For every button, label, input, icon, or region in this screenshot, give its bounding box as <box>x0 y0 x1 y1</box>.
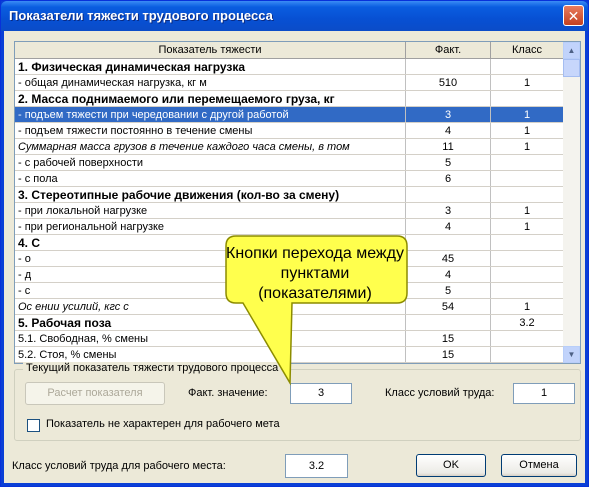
class-cell[interactable] <box>490 282 564 299</box>
fact-cell[interactable] <box>405 234 491 251</box>
indicator-cell[interactable]: 3. Стереотипные рабочие движения (кол-во… <box>15 186 406 203</box>
table-row[interactable]: Суммарная масса грузов в течение каждого… <box>15 138 564 155</box>
condition-class-field[interactable]: 1 <box>513 383 575 404</box>
indicator-cell[interactable]: 5.1. Свободная, % смены <box>15 330 406 347</box>
close-button[interactable]: ✕ <box>563 5 584 26</box>
scroll-up-icon[interactable]: ▲ <box>563 42 580 59</box>
indicator-cell[interactable]: 2. Масса поднимаемого или перемещаемого … <box>15 90 406 107</box>
class-cell[interactable] <box>490 330 564 347</box>
indicator-cell[interactable]: - подъем тяжести постоянно в течение сме… <box>15 122 406 139</box>
fact-cell[interactable] <box>405 58 491 75</box>
fact-cell[interactable] <box>405 314 491 331</box>
title-bar[interactable]: Показатели тяжести трудового процесса ✕ <box>1 1 588 31</box>
scrollbar-thumb[interactable] <box>563 59 580 77</box>
fact-cell[interactable]: 5 <box>405 282 491 299</box>
group-legend: Текущий показатель тяжести трудового про… <box>23 362 282 374</box>
fact-cell[interactable]: 15 <box>405 330 491 347</box>
class-cell[interactable]: 1 <box>490 74 564 91</box>
indicator-cell[interactable]: - с пола <box>15 170 406 187</box>
fact-cell[interactable]: 54 <box>405 298 491 315</box>
column-header-fact[interactable]: Факт. <box>405 42 491 59</box>
calculate-indicator-button[interactable]: Расчет показателя <box>25 382 165 405</box>
fact-cell[interactable]: 4 <box>405 266 491 283</box>
class-cell[interactable] <box>490 250 564 267</box>
table-row[interactable]: - подъем тяжести постоянно в течение сме… <box>15 122 564 139</box>
class-cell[interactable]: 1 <box>490 106 564 123</box>
not-applicable-label: Показатель не характерен для рабочего ме… <box>46 418 280 430</box>
indicator-cell[interactable]: - с рабочей поверхности <box>15 154 406 171</box>
table-row[interactable]: 5. Рабочая поза 3.2 <box>15 314 564 331</box>
scroll-down-icon[interactable]: ▼ <box>563 346 580 363</box>
grid-header-row: Показатель тяжести Факт. Класс <box>15 42 564 59</box>
indicator-cell[interactable]: 1. Физическая динамическая нагрузка <box>15 58 406 75</box>
table-row[interactable]: 3. Стереотипные рабочие движения (кол-во… <box>15 186 564 203</box>
fact-cell[interactable]: 5 <box>405 154 491 171</box>
window-title: Показатели тяжести трудового процесса <box>9 8 273 23</box>
table-row[interactable]: 1. Физическая динамическая нагрузка <box>15 58 564 75</box>
column-header-indicator[interactable]: Показатель тяжести <box>15 42 406 59</box>
cancel-button[interactable]: Отмена <box>501 454 577 477</box>
fact-cell[interactable]: 510 <box>405 74 491 91</box>
current-indicator-group: Текущий показатель тяжести трудового про… <box>14 362 581 441</box>
fact-value-field[interactable]: 3 <box>290 383 352 404</box>
table-row[interactable]: 5.2. Стоя, % смены 15 <box>15 346 564 363</box>
class-cell[interactable]: 1 <box>490 202 564 219</box>
class-cell[interactable] <box>490 154 564 171</box>
table-row[interactable]: - с пола 6 <box>15 170 564 187</box>
not-applicable-checkbox[interactable] <box>27 419 40 432</box>
fact-cell[interactable]: 6 <box>405 170 491 187</box>
indicator-cell[interactable]: - общая динамическая нагрузка, кг м <box>15 74 406 91</box>
workplace-class-field[interactable]: 3.2 <box>285 454 348 478</box>
fact-cell[interactable]: 4 <box>405 218 491 235</box>
indicator-cell[interactable]: 5.2. Стоя, % смены <box>15 346 406 363</box>
indicators-grid[interactable]: Показатель тяжести Факт. Класс 1. Физиче… <box>14 41 581 364</box>
class-cell[interactable]: 1 <box>490 298 564 315</box>
table-row[interactable]: 2. Масса поднимаемого или перемещаемого … <box>15 90 564 107</box>
fact-cell[interactable] <box>405 90 491 107</box>
class-cell[interactable] <box>490 170 564 187</box>
indicator-cell[interactable]: 5. Рабочая поза <box>15 314 406 331</box>
workplace-class-label: Класс условий труда для рабочего места: <box>12 460 226 472</box>
class-cell[interactable] <box>490 58 564 75</box>
grid-body: 1. Физическая динамическая нагрузка - общ… <box>15 58 564 363</box>
indicator-cell[interactable]: - при региональной нагрузке <box>15 218 406 235</box>
class-cell[interactable]: 1 <box>490 122 564 139</box>
column-header-class[interactable]: Класс <box>490 42 564 59</box>
indicator-cell[interactable]: - подъем тяжести при чередовании с друго… <box>15 106 406 123</box>
fact-value-label: Факт. значение: <box>188 387 268 399</box>
table-row[interactable]: - при региональной нагрузке 4 1 <box>15 218 564 235</box>
fact-cell[interactable]: 11 <box>405 138 491 155</box>
class-cell[interactable] <box>490 90 564 107</box>
grid-vertical-scrollbar[interactable]: ▲ ▼ <box>563 42 580 363</box>
class-cell[interactable] <box>490 346 564 363</box>
indicator-cell[interactable]: - при локальной нагрузке <box>15 202 406 219</box>
class-cell[interactable] <box>490 234 564 251</box>
fact-cell[interactable]: 45 <box>405 250 491 267</box>
callout-text: Кнопки перехода между пунктами (показате… <box>226 245 404 302</box>
class-cell[interactable]: 1 <box>490 218 564 235</box>
fact-cell[interactable]: 15 <box>405 346 491 363</box>
table-row[interactable]: - подъем тяжести при чередовании с друго… <box>15 106 564 123</box>
table-row[interactable]: - общая динамическая нагрузка, кг м 510 1 <box>15 74 564 91</box>
table-row[interactable]: 5.1. Свободная, % смены 15 <box>15 330 564 347</box>
fact-cell[interactable]: 3 <box>405 106 491 123</box>
fact-cell[interactable] <box>405 186 491 203</box>
class-cell[interactable] <box>490 266 564 283</box>
class-cell[interactable]: 3.2 <box>490 314 564 331</box>
class-cell[interactable] <box>490 186 564 203</box>
condition-class-label: Класс условий труда: <box>385 387 495 399</box>
table-row[interactable]: - при локальной нагрузке 3 1 <box>15 202 564 219</box>
table-row[interactable]: - с рабочей поверхности 5 <box>15 154 564 171</box>
indicator-cell[interactable]: Суммарная масса грузов в течение каждого… <box>15 138 406 155</box>
fact-cell[interactable]: 3 <box>405 202 491 219</box>
fact-cell[interactable]: 4 <box>405 122 491 139</box>
class-cell[interactable]: 1 <box>490 138 564 155</box>
ok-button[interactable]: OK <box>416 454 486 477</box>
